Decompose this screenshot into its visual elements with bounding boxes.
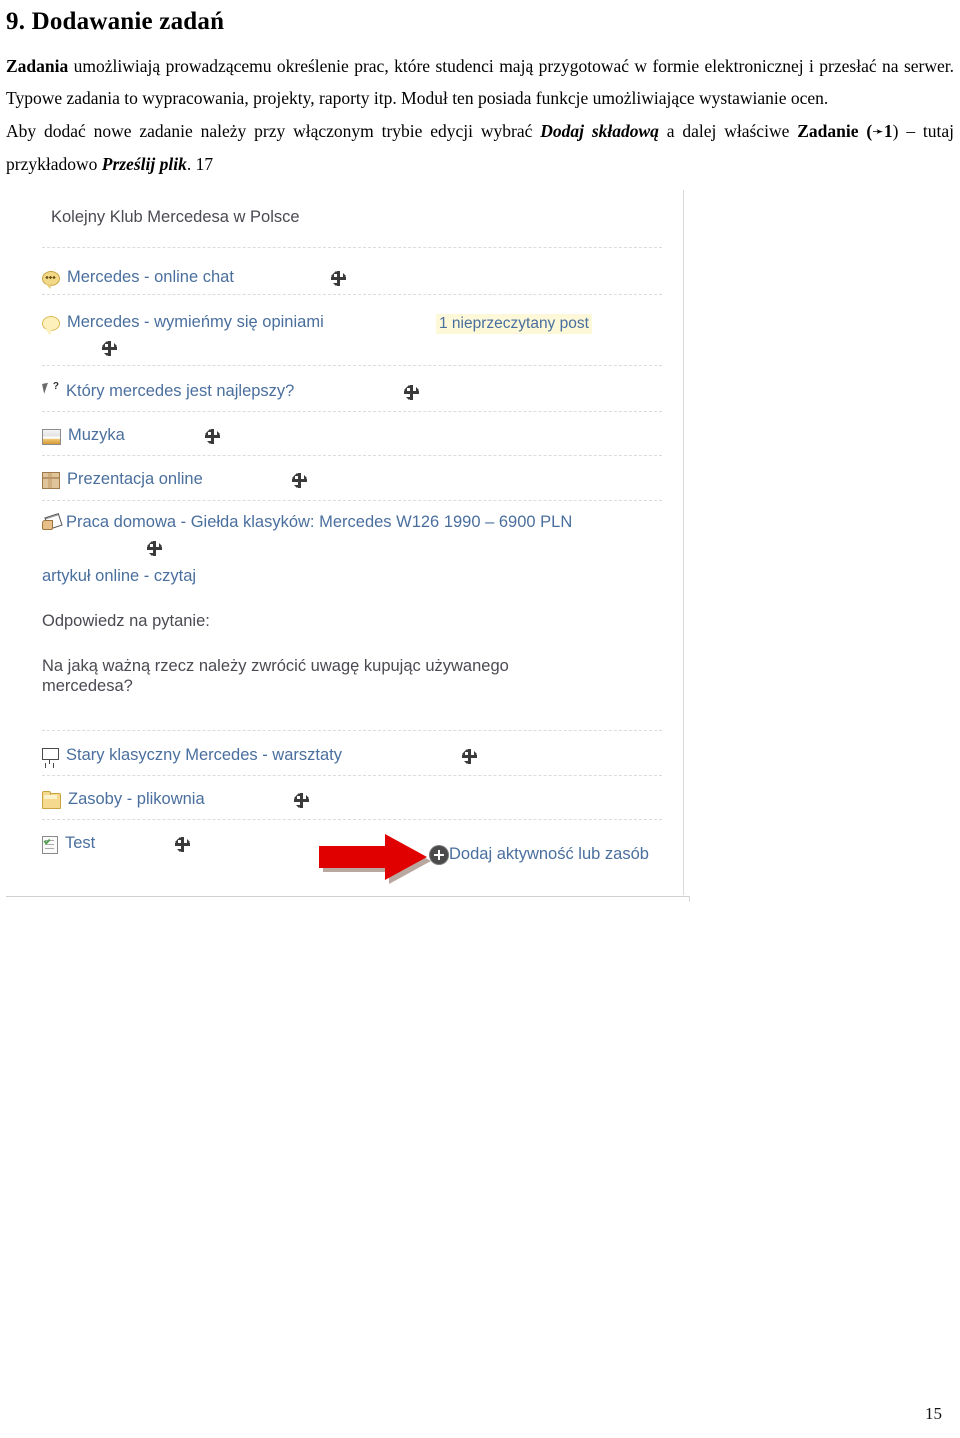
- activity-row-question-prompt: Odpowiedz na pytanie:: [42, 611, 210, 631]
- activity-link-label[interactable]: Test: [65, 834, 95, 853]
- page-title: 9. Dodawanie zadań: [6, 8, 225, 35]
- page-icon: [42, 429, 61, 445]
- question-text: Na jaką ważną rzecz należy zwrócić uwagę…: [42, 657, 509, 695]
- row-separator: [42, 775, 662, 776]
- paragraph-1-run-1: umożliwiają prowadzącemu określenie prac…: [6, 55, 954, 108]
- activity-link-label[interactable]: Który mercedes jest najlepszy?: [66, 382, 294, 401]
- activity-link-label[interactable]: Muzyka: [68, 426, 125, 445]
- activity-link-label[interactable]: Mercedes - online chat: [67, 268, 234, 287]
- activity-row-folder[interactable]: Zasoby - plikownia: [42, 790, 205, 809]
- workshop-icon: [42, 748, 59, 764]
- activity-link-label[interactable]: Stary klasyczny Mercedes - warsztaty: [66, 746, 342, 765]
- choice-icon: [42, 381, 59, 400]
- move-handle-icon[interactable]: [146, 540, 163, 557]
- move-handle-icon[interactable]: [174, 836, 191, 853]
- activity-row-workshop[interactable]: Stary klasyczny Mercedes - warsztaty: [42, 746, 342, 765]
- left-arrow-icon: ➛: [872, 124, 884, 141]
- paragraph-2-run-4: (: [858, 121, 873, 142]
- scorm-package-icon: [42, 472, 60, 489]
- activity-row-article-link[interactable]: artykuł online - czytaj: [42, 567, 196, 586]
- activity-row-chat[interactable]: Mercedes - online chat: [42, 268, 234, 289]
- row-separator: [42, 730, 662, 731]
- activity-link-label[interactable]: Praca domowa - Giełda klasyków: Mercedes…: [66, 513, 646, 532]
- move-handle-icon[interactable]: [291, 472, 308, 489]
- paragraph-2-run-0: Aby dodać nowe zadanie należy przy włącz…: [6, 121, 541, 142]
- move-handle-icon[interactable]: [461, 748, 478, 765]
- row-separator: [42, 247, 662, 248]
- paragraph-2: Aby dodać nowe zadanie należy przy włącz…: [6, 115, 954, 180]
- paragraph-2-run-3: Zadanie: [797, 121, 859, 142]
- plus-circle-icon: [430, 845, 448, 864]
- moodle-course-screenshot: Kolejny Klub Mercedesa w Polsce Mercedes…: [6, 190, 696, 902]
- activity-row-assignment[interactable]: Praca domowa - Giełda klasyków: Mercedes…: [42, 513, 646, 532]
- move-handle-icon[interactable]: [330, 270, 347, 287]
- paragraph-2-run-9: . 17: [186, 153, 214, 174]
- course-section-title: Kolejny Klub Mercedesa w Polsce: [51, 208, 300, 226]
- activity-row-choice[interactable]: Który mercedes jest najlepszy?: [42, 381, 294, 401]
- activity-row-question-text: Na jaką ważną rzecz należy zwrócić uwagę…: [42, 656, 602, 696]
- add-activity-row[interactable]: Dodaj aktywność lub zasób: [430, 845, 649, 864]
- red-arrow-head: [385, 834, 427, 880]
- red-arrow-annotation: [319, 832, 439, 884]
- paragraph-1-run-0: Zadania: [6, 55, 69, 76]
- move-handle-icon[interactable]: [293, 792, 310, 809]
- screenshot-frame-footer: [6, 896, 690, 902]
- document-page: 9. Dodawanie zadań Zadania umożliwiają p…: [0, 0, 960, 1438]
- question-prompt-text: Odpowiedz na pytanie:: [42, 612, 210, 630]
- quiz-icon: [42, 836, 58, 854]
- unread-posts-badge[interactable]: 1 nieprzeczytany post: [436, 314, 592, 334]
- row-separator: [42, 411, 662, 412]
- activity-row-forum[interactable]: Mercedes - wymieńmy się opiniami: [42, 313, 324, 335]
- document-text-block: 9. Dodawanie zadań Zadania umożliwiają p…: [0, 0, 960, 902]
- add-activity-link[interactable]: Dodaj aktywność lub zasób: [449, 845, 649, 864]
- row-separator: [42, 500, 662, 501]
- move-handle-icon[interactable]: [101, 340, 118, 357]
- row-separator: [42, 455, 662, 456]
- move-handle-icon[interactable]: [204, 428, 221, 445]
- activity-row-page[interactable]: Muzyka: [42, 426, 125, 445]
- activity-link-label[interactable]: Zasoby - plikownia: [68, 790, 205, 809]
- folder-icon: [42, 791, 61, 809]
- activity-row-scorm[interactable]: Prezentacja online: [42, 470, 203, 489]
- row-separator: [42, 819, 662, 820]
- chat-icon: [42, 271, 60, 289]
- paragraph-1: Zadania umożliwiają prowadzącemu określe…: [6, 50, 954, 115]
- move-handle-icon[interactable]: [403, 384, 420, 401]
- activity-link-label[interactable]: artykuł online - czytaj: [42, 567, 196, 586]
- row-separator: [42, 365, 662, 366]
- paragraph-2-run-8: Prześlij plik: [101, 153, 187, 174]
- paragraph-2-run-2: a dalej właściwe: [658, 121, 798, 142]
- paragraph-2-run-1: Dodaj składową: [540, 121, 659, 142]
- row-separator: [42, 294, 662, 295]
- page-number: 15: [925, 1404, 942, 1423]
- activity-link-label[interactable]: Prezentacja online: [67, 470, 203, 489]
- assignment-icon: [42, 515, 59, 530]
- forum-icon: [42, 316, 60, 335]
- paragraph-2-run-6: 1: [883, 121, 893, 142]
- activity-link-label[interactable]: Mercedes - wymieńmy się opiniami: [67, 313, 324, 332]
- activity-row-quiz[interactable]: Test: [42, 834, 95, 854]
